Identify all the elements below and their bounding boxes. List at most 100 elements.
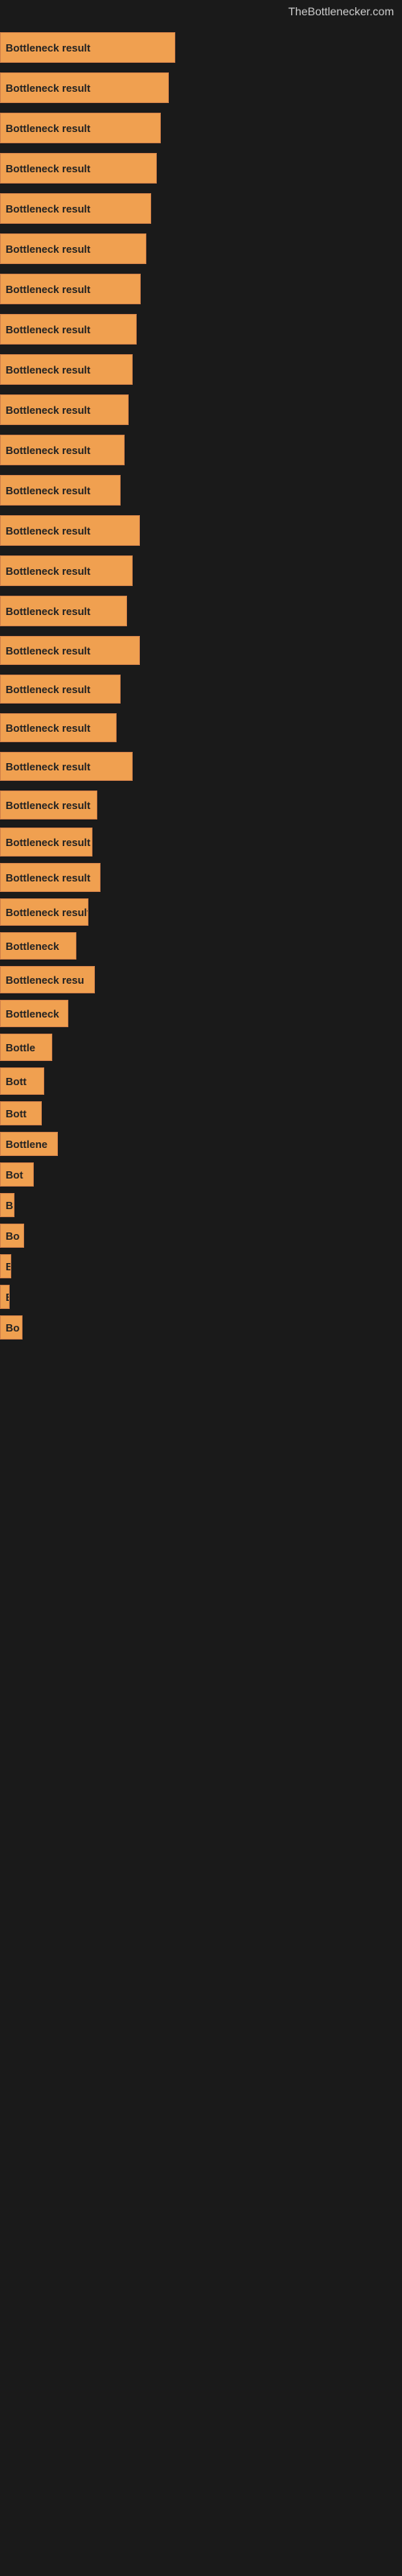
bottleneck-bar: Bottleneck result	[0, 791, 97, 819]
bottleneck-bar: B	[0, 1193, 14, 1217]
bottleneck-bar: Bot	[0, 1162, 34, 1187]
bar-label: Bottleneck result	[6, 836, 90, 848]
bar-label: B	[6, 1199, 13, 1212]
bottleneck-bar: Bottleneck result	[0, 193, 151, 224]
bottleneck-bar: Bottleneck result	[0, 354, 133, 385]
bar-label: Bott	[6, 1075, 27, 1088]
bar-row: Bottleneck result	[0, 591, 402, 631]
bottleneck-bar: B	[0, 1285, 10, 1309]
bottleneck-bar: Bottleneck result	[0, 752, 133, 781]
bar-label: Bottleneck result	[6, 444, 90, 456]
bar-row: B	[0, 1190, 402, 1220]
bottleneck-bar: Bottleneck	[0, 1000, 68, 1027]
bottleneck-bar: Bo	[0, 1315, 23, 1340]
bar-label: Bottleneck resu	[6, 974, 84, 986]
bar-label: B	[6, 1261, 11, 1273]
bar-row: B	[0, 1251, 402, 1282]
bar-label: Bottleneck result	[6, 42, 90, 54]
bar-row: Bot	[0, 1159, 402, 1190]
bar-label: Bottleneck result	[6, 122, 90, 134]
bottleneck-bar: Bottleneck result	[0, 153, 157, 184]
bar-row: Bottleneck result	[0, 470, 402, 510]
bottleneck-bar: Bottleneck result	[0, 863, 100, 892]
bar-label: Bottleneck result	[6, 799, 90, 811]
bottleneck-bar: Bottleneck result	[0, 113, 161, 143]
bar-row: Bottleneck result	[0, 860, 402, 895]
bar-row: Bottleneck result	[0, 188, 402, 229]
bottleneck-bar: Bottleneck result	[0, 636, 140, 665]
bar-row: Bottleneck resu	[0, 963, 402, 997]
bar-row: Bott	[0, 1064, 402, 1098]
bar-label: Bottleneck result	[6, 906, 88, 919]
bar-label: Bottleneck result	[6, 525, 90, 537]
bar-label: Bottle	[6, 1042, 35, 1054]
bar-label: Bottleneck result	[6, 82, 90, 94]
bar-label: Bottleneck result	[6, 404, 90, 416]
site-title: TheBottlenecker.com	[0, 0, 402, 21]
bar-row: Bottleneck result	[0, 895, 402, 929]
bar-row: Bottleneck result	[0, 390, 402, 430]
bar-row: Bottleneck result	[0, 349, 402, 390]
bottleneck-bar: Bottleneck result	[0, 475, 121, 506]
bar-label: Bottleneck result	[6, 605, 90, 617]
bar-label: Bo	[6, 1230, 19, 1242]
bar-row: Bottleneck result	[0, 309, 402, 349]
bar-label: Bottleneck	[6, 940, 59, 952]
bottleneck-bar: Bottleneck result	[0, 596, 127, 626]
bars-container: Bottleneck result Bottleneck result Bottle…	[0, 21, 402, 1343]
bar-row: Bottleneck result	[0, 68, 402, 108]
bottleneck-bar: Bottlene	[0, 1132, 58, 1156]
bar-label: Bottleneck result	[6, 203, 90, 215]
bottleneck-bar: Bottleneck result	[0, 394, 129, 425]
bar-label: Bottleneck result	[6, 683, 90, 696]
bar-label: Bot	[6, 1169, 23, 1181]
bar-label: Bottleneck result	[6, 283, 90, 295]
bar-row: Bottleneck result	[0, 430, 402, 470]
bar-label: Bottleneck result	[6, 163, 90, 175]
bar-label: Bottlene	[6, 1138, 47, 1150]
bottleneck-bar: Bottle	[0, 1034, 52, 1061]
bar-row: Bottleneck result	[0, 786, 402, 824]
bar-label: Bottleneck result	[6, 324, 90, 336]
bottleneck-bar: Bottleneck result	[0, 898, 88, 926]
bar-row: Bottleneck result	[0, 108, 402, 148]
bar-row: Bottlene	[0, 1129, 402, 1159]
bar-label: Bottleneck result	[6, 645, 90, 657]
bar-row: Bottleneck result	[0, 708, 402, 747]
bar-label: Bottleneck result	[6, 243, 90, 255]
bar-row: Bottleneck result	[0, 631, 402, 670]
bar-label: Bottleneck result	[6, 485, 90, 497]
bar-label: B	[6, 1291, 10, 1303]
bottleneck-bar: Bottleneck result	[0, 515, 140, 546]
bar-row: B	[0, 1282, 402, 1312]
bottleneck-bar: Bottleneck result	[0, 555, 133, 586]
bar-row: Bottleneck result	[0, 229, 402, 269]
bottleneck-bar: Bo	[0, 1224, 24, 1248]
bottleneck-bar: Bottleneck result	[0, 435, 125, 465]
bottleneck-bar: Bottleneck resu	[0, 966, 95, 993]
bar-row: Bott	[0, 1098, 402, 1129]
bar-label: Bottleneck result	[6, 565, 90, 577]
bottleneck-bar: Bottleneck result	[0, 72, 169, 103]
bar-label: Bottleneck result	[6, 364, 90, 376]
bar-row: Bottleneck result	[0, 27, 402, 68]
bar-label: Bottleneck result	[6, 761, 90, 773]
bar-row: Bottleneck result	[0, 670, 402, 708]
bottleneck-bar: Bottleneck result	[0, 233, 146, 264]
bar-label: Bo	[6, 1322, 19, 1334]
bar-row: Bo	[0, 1312, 402, 1343]
bottleneck-bar: Bott	[0, 1101, 42, 1125]
bottleneck-bar: Bottleneck result	[0, 314, 137, 345]
bar-row: Bottleneck	[0, 997, 402, 1030]
bar-row: Bottle	[0, 1030, 402, 1064]
bottleneck-bar: Bottleneck result	[0, 828, 92, 857]
bar-row: Bo	[0, 1220, 402, 1251]
bar-label: Bott	[6, 1108, 27, 1120]
bar-row: Bottleneck result	[0, 824, 402, 860]
bar-label: Bottleneck	[6, 1008, 59, 1020]
bar-row: Bottleneck result	[0, 551, 402, 591]
bar-row: Bottleneck	[0, 929, 402, 963]
bar-row: Bottleneck result	[0, 269, 402, 309]
bottleneck-bar: Bottleneck result	[0, 675, 121, 704]
bar-row: Bottleneck result	[0, 148, 402, 188]
